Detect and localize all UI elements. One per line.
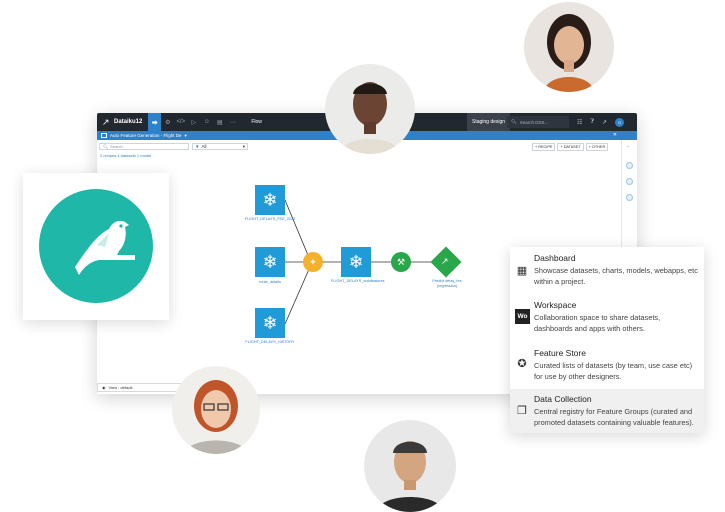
- recipe-node-train[interactable]: ⚒: [391, 252, 411, 272]
- dataset-label-autofeatures[interactable]: FLIGHT_DELAYS_autofeatures: [331, 279, 385, 284]
- snowflake-icon: ❄: [262, 252, 278, 272]
- menu-item-desc: Curated lists of datasets (by team, use …: [534, 361, 693, 381]
- menu-item-workspace[interactable]: Wo Workspace Collaboration space to shar…: [510, 295, 704, 343]
- snowflake-icon: ❄: [262, 313, 278, 333]
- menu-item-title: Feature Store: [534, 348, 586, 358]
- menu-item-desc: Central registry for Feature Groups (cur…: [534, 407, 694, 427]
- menu-item-dashboard[interactable]: ▦ Dashboard Showcase datasets, charts, m…: [510, 247, 704, 295]
- model-label-predict-delay[interactable]: Predict delay_hrs (regression): [423, 279, 471, 289]
- bird-icon: [75, 220, 135, 275]
- avatar-man-bottom: [364, 420, 456, 512]
- menu-item-feature-store[interactable]: ✪ Feature Store Curated lists of dataset…: [510, 343, 704, 389]
- badge-icon: ✪: [517, 358, 527, 370]
- dataset-label-flight-delays-history[interactable]: FLIGHT_DELAYS_HISTORY: [245, 340, 295, 345]
- menu-item-title: Data Collection: [534, 394, 592, 404]
- recipe-node-feature-generation[interactable]: ✦: [303, 252, 323, 272]
- sparkle-icon: ✦: [309, 256, 317, 267]
- menu-item-desc: Collaboration space to share datasets, d…: [534, 313, 661, 333]
- snowflake-icon: ❄: [262, 190, 278, 210]
- dumbbell-icon: ⚒: [396, 256, 406, 267]
- dataset-node-flight-delays-2022[interactable]: ❄: [255, 185, 285, 215]
- avatar-woman-top-right: [524, 2, 614, 92]
- model-icon: ↗: [441, 256, 449, 266]
- collection-icon: ❐: [517, 405, 527, 417]
- menu-item-title: Workspace: [534, 300, 577, 310]
- feature-menu: ▦ Dashboard Showcase datasets, charts, m…: [510, 247, 704, 433]
- dataiku-logo-card: [23, 173, 169, 320]
- dataset-label-route-details[interactable]: route_details: [240, 280, 300, 285]
- avatar-man-top: [325, 64, 415, 154]
- snowflake-icon: ❄: [348, 252, 364, 272]
- dashboard-icon: ▦: [516, 265, 528, 277]
- menu-item-title: Dashboard: [534, 253, 576, 263]
- dataset-node-route-details[interactable]: ❄: [255, 247, 285, 277]
- avatar-woman-bottom-left: [172, 366, 260, 454]
- menu-item-desc: Showcase datasets, charts, models, webap…: [534, 266, 698, 286]
- dataiku-bird-logo: [39, 189, 153, 303]
- dataset-node-autofeatures[interactable]: ❄: [341, 247, 371, 277]
- dataset-node-flight-delays-history[interactable]: ❄: [255, 308, 285, 338]
- dataset-label-flight-delays-2022[interactable]: FLIGHT_DELAYS_FEE_2022: [240, 217, 300, 222]
- menu-item-data-collection[interactable]: ❐ Data Collection Central registry for F…: [510, 389, 704, 433]
- workspace-badge: Wo: [515, 309, 530, 324]
